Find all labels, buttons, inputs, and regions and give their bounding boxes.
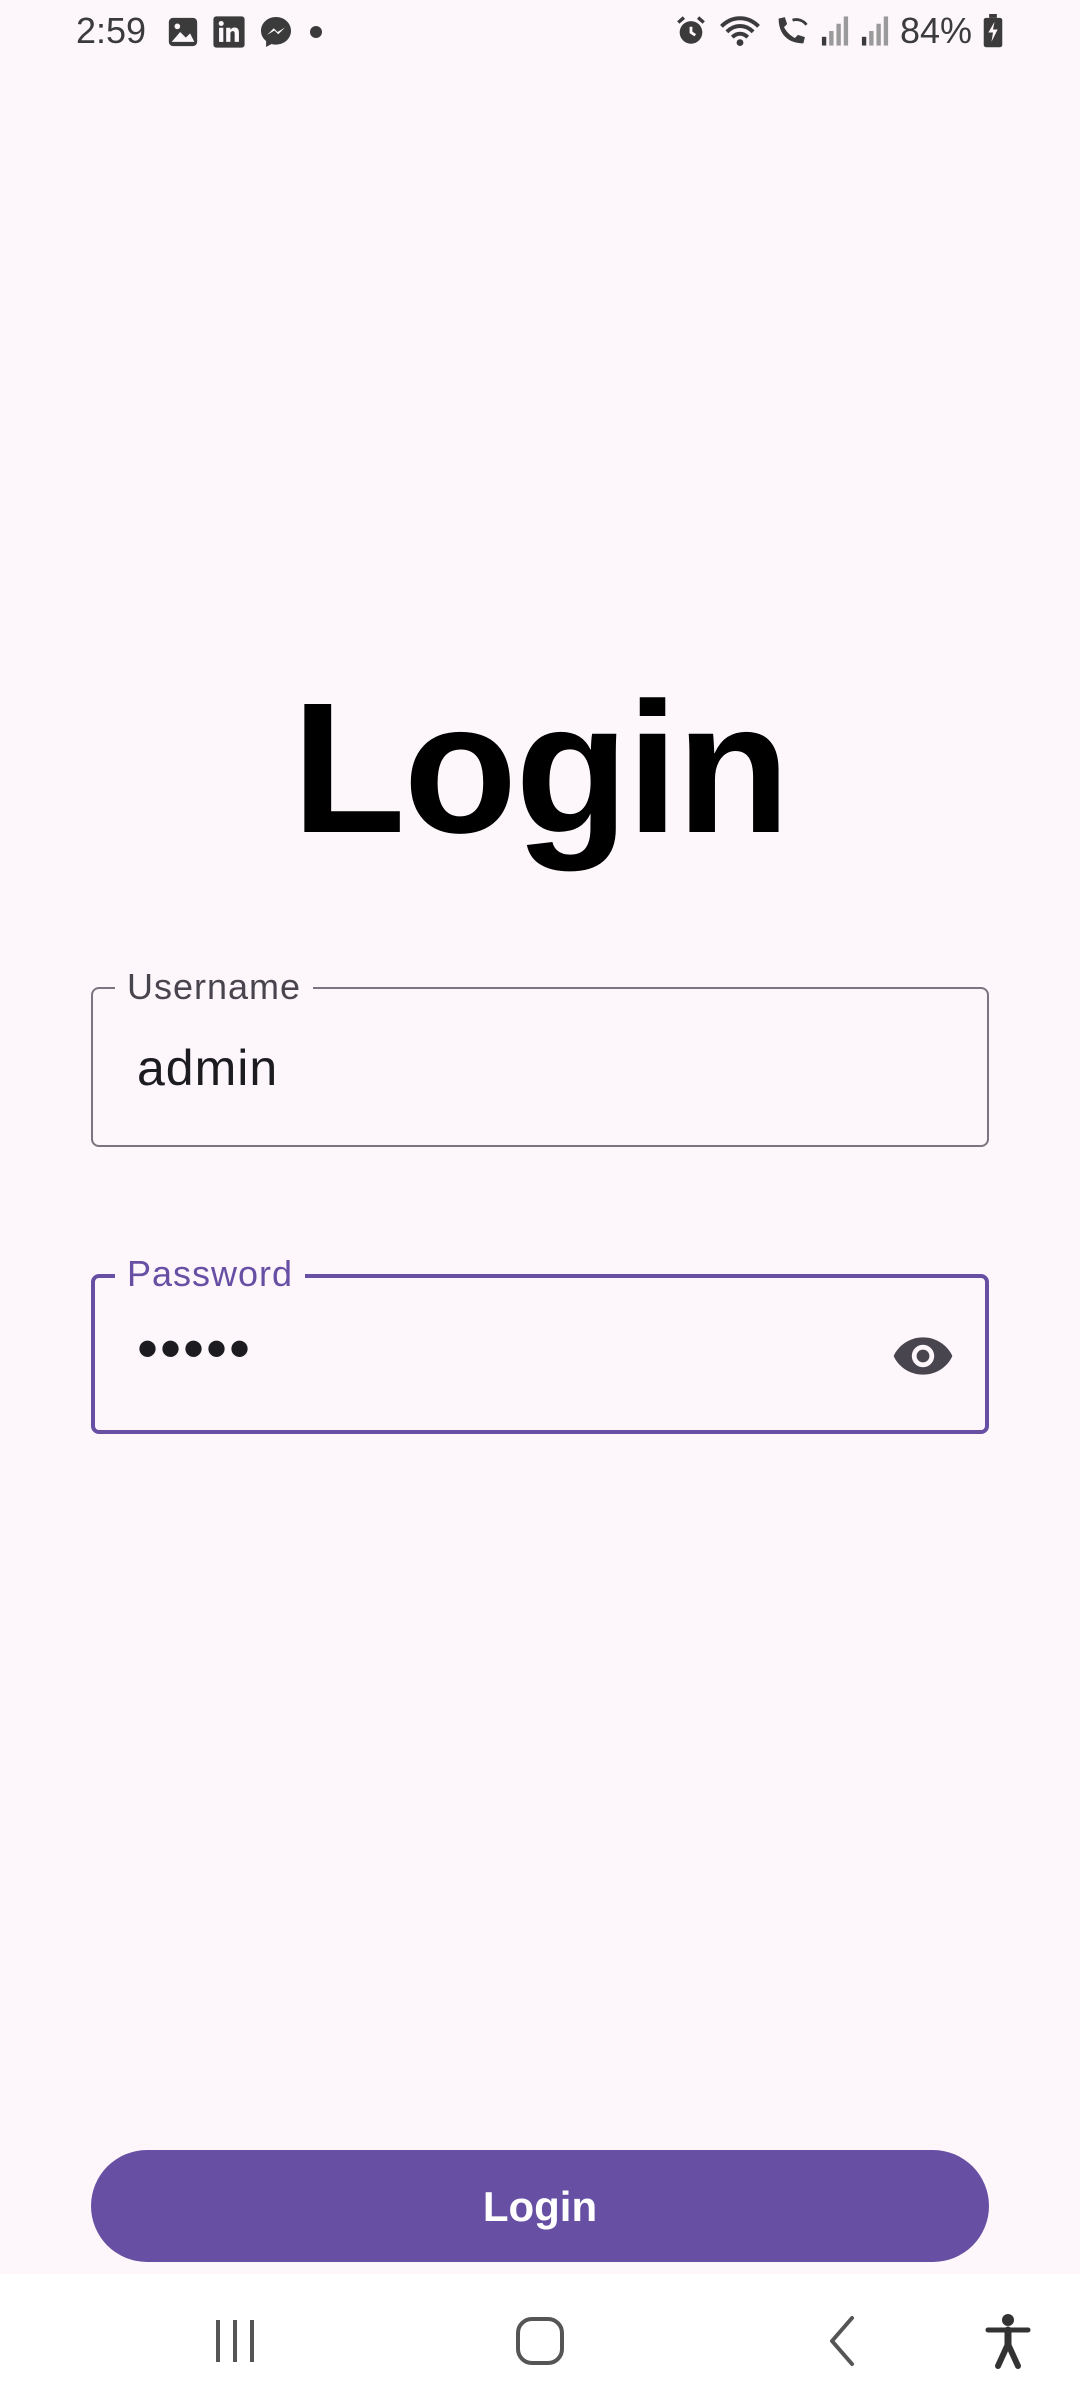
password-field[interactable]: Password ••••• bbox=[91, 1254, 989, 1434]
eye-icon[interactable] bbox=[891, 1324, 955, 1388]
login-screen: 2:59 84% Login Username admin Password •… bbox=[0, 0, 1080, 2408]
status-bar: 2:59 84% bbox=[0, 0, 1080, 66]
username-label: Username bbox=[115, 967, 314, 1007]
messenger-icon bbox=[261, 17, 291, 47]
navigation-bar bbox=[0, 2274, 1080, 2408]
accessibility-icon[interactable] bbox=[980, 2310, 1036, 2372]
username-value[interactable]: admin bbox=[137, 1039, 278, 1097]
wifi-icon bbox=[719, 16, 760, 46]
gallery-icon bbox=[168, 17, 198, 47]
back-icon[interactable] bbox=[818, 2310, 868, 2372]
alarm-icon bbox=[677, 16, 705, 44]
home-icon[interactable] bbox=[512, 2310, 568, 2372]
system-status-icons: 84% bbox=[674, 10, 1004, 52]
recents-icon[interactable] bbox=[210, 2310, 260, 2372]
status-time: 2:59 bbox=[76, 10, 147, 51]
linkedin-icon bbox=[213, 16, 245, 48]
page-title: Login bbox=[291, 665, 790, 872]
signal-icon bbox=[861, 16, 889, 46]
wifi-call-icon bbox=[778, 17, 808, 44]
signal-icon bbox=[821, 16, 849, 46]
password-label: Password bbox=[115, 1254, 306, 1294]
login-button[interactable]: Login bbox=[91, 2150, 989, 2262]
password-value[interactable]: ••••• bbox=[137, 1314, 252, 1383]
username-field[interactable]: Username admin bbox=[91, 967, 989, 1147]
battery-percentage: 84% bbox=[899, 10, 972, 51]
battery-charging-icon bbox=[983, 14, 1003, 48]
dot-icon bbox=[310, 26, 322, 38]
notification-icons bbox=[166, 14, 326, 50]
